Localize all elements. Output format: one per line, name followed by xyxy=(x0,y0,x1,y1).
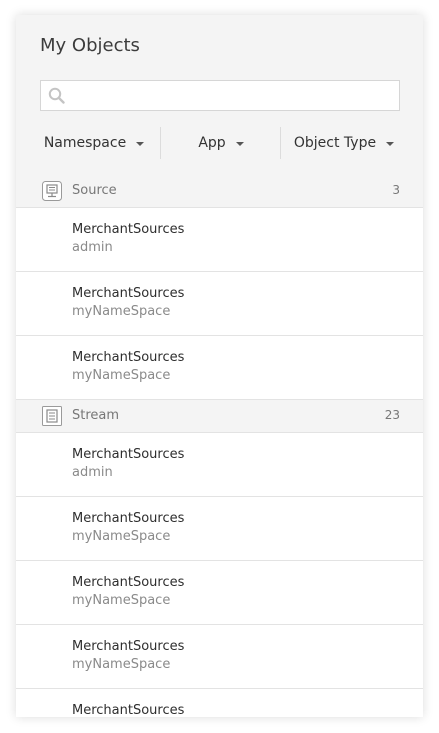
group-header-source[interactable]: Source 3 xyxy=(16,175,423,208)
my-objects-panel: My Objects Namespace App Object Type Sou… xyxy=(16,15,423,717)
group-count: 3 xyxy=(392,183,400,197)
panel-header: My Objects Namespace App Object Type xyxy=(16,15,423,176)
list-item[interactable]: MerchantSources myNameSpace xyxy=(16,625,423,689)
item-name: MerchantSources xyxy=(72,511,185,526)
group-label: Stream xyxy=(72,408,120,423)
item-namespace: myNameSpace xyxy=(72,304,171,319)
group-count: 23 xyxy=(384,408,400,422)
search-box[interactable] xyxy=(40,80,400,111)
item-namespace: myNameSpace xyxy=(72,593,171,608)
filter-divider xyxy=(160,127,161,159)
list-item[interactable]: MerchantSources xyxy=(16,689,423,717)
item-namespace: admin xyxy=(72,465,113,480)
search-input[interactable] xyxy=(71,81,391,110)
search-icon xyxy=(48,87,65,104)
filter-divider xyxy=(280,127,281,159)
item-name: MerchantSources xyxy=(72,222,185,237)
item-namespace: myNameSpace xyxy=(72,529,171,544)
item-name: MerchantSources xyxy=(72,703,185,717)
group-label: Source xyxy=(72,183,117,198)
page-title: My Objects xyxy=(40,35,140,56)
item-namespace: myNameSpace xyxy=(72,368,171,383)
chevron-down-icon xyxy=(136,142,145,146)
app-filter-dropdown[interactable]: App xyxy=(164,127,278,159)
list-item[interactable]: MerchantSources myNameSpace xyxy=(16,336,423,400)
item-name: MerchantSources xyxy=(72,639,185,654)
group-header-stream[interactable]: Stream 23 xyxy=(16,400,423,433)
list-item[interactable]: MerchantSources myNameSpace xyxy=(16,497,423,561)
object-type-filter-label: Object Type xyxy=(293,135,377,151)
list-item[interactable]: MerchantSources admin xyxy=(16,433,423,497)
item-namespace: admin xyxy=(72,240,113,255)
item-name: MerchantSources xyxy=(72,350,185,365)
item-name: MerchantSources xyxy=(72,286,185,301)
item-name: MerchantSources xyxy=(72,447,185,462)
object-type-filter-dropdown[interactable]: Object Type xyxy=(284,127,404,159)
source-icon xyxy=(42,181,62,201)
list-item[interactable]: MerchantSources myNameSpace xyxy=(16,561,423,625)
objects-list: Source 3 MerchantSources admin MerchantS… xyxy=(16,175,423,717)
stream-icon xyxy=(42,406,62,426)
list-item[interactable]: MerchantSources myNameSpace xyxy=(16,272,423,336)
chevron-down-icon xyxy=(386,142,395,146)
list-item[interactable]: MerchantSources admin xyxy=(16,208,423,272)
item-namespace: myNameSpace xyxy=(72,657,171,672)
namespace-filter-dropdown[interactable]: Namespace xyxy=(30,127,158,159)
app-filter-label: App xyxy=(198,135,226,151)
item-name: MerchantSources xyxy=(72,575,185,590)
chevron-down-icon xyxy=(235,142,244,146)
namespace-filter-label: Namespace xyxy=(43,135,127,151)
